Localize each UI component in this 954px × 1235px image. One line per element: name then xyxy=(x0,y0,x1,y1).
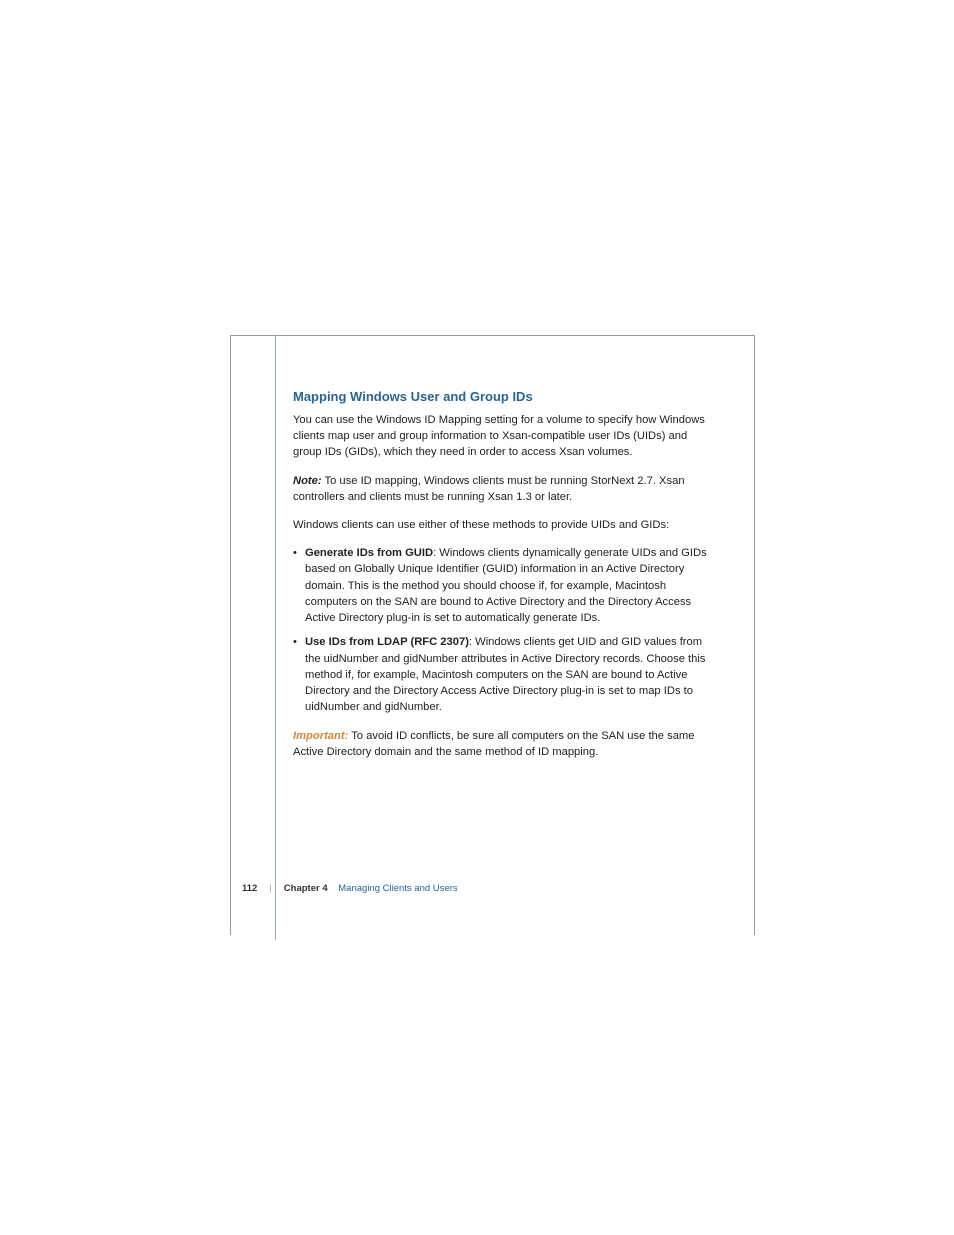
note-text: To use ID mapping, Windows clients must … xyxy=(293,475,685,503)
chapter-title: Managing Clients and Users xyxy=(338,883,457,894)
note-label: Note: xyxy=(293,475,322,487)
methods-intro: Windows clients can use either of these … xyxy=(293,517,713,533)
bullet-bold: Generate IDs from GUID xyxy=(305,547,433,559)
side-accent-line xyxy=(275,335,276,940)
footer-divider: | xyxy=(269,883,271,894)
bullet-bold: Use IDs from LDAP (RFC 2307) xyxy=(305,636,469,648)
chapter-label: Chapter 4 xyxy=(284,883,328,894)
list-item: Generate IDs from GUID: Windows clients … xyxy=(293,545,713,626)
important-text: To avoid ID conflicts, be sure all compu… xyxy=(293,730,694,758)
note-paragraph: Note: To use ID mapping, Windows clients… xyxy=(293,473,713,505)
page-number: 112 xyxy=(242,883,257,894)
page-footer: 112 | Chapter 4 Managing Clients and Use… xyxy=(242,883,458,894)
important-label: Important: xyxy=(293,730,348,742)
intro-paragraph: You can use the Windows ID Mapping setti… xyxy=(293,412,713,461)
page-content: Mapping Windows User and Group IDs You c… xyxy=(293,388,713,772)
chapter-info: Chapter 4 Managing Clients and Users xyxy=(284,883,458,894)
methods-list: Generate IDs from GUID: Windows clients … xyxy=(293,545,713,715)
important-paragraph: Important: To avoid ID conflicts, be sur… xyxy=(293,728,713,760)
list-item: Use IDs from LDAP (RFC 2307): Windows cl… xyxy=(293,634,713,715)
section-heading: Mapping Windows User and Group IDs xyxy=(293,388,713,407)
